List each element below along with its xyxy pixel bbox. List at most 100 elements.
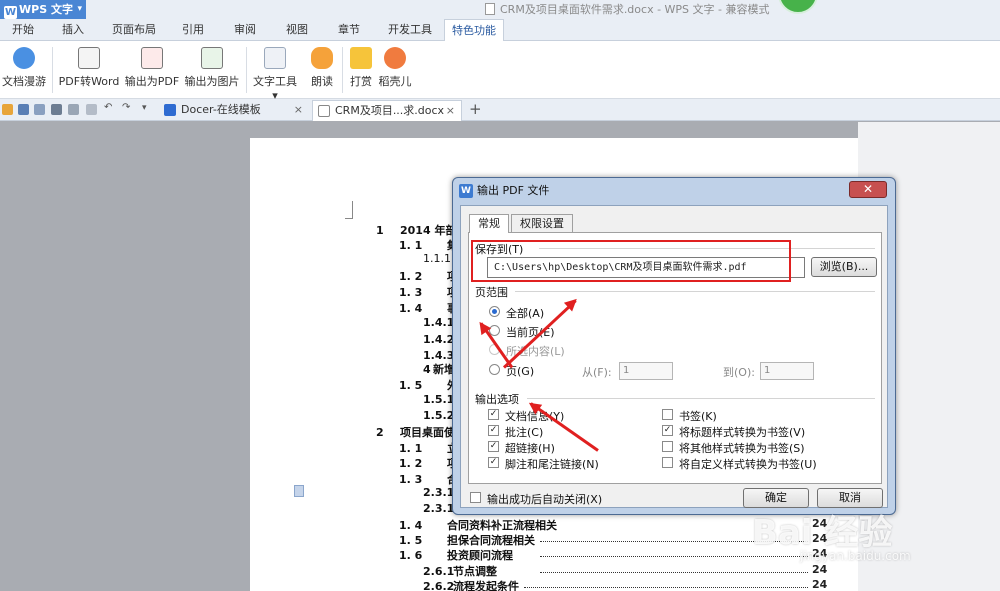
- wps-writer-icon: W: [459, 184, 473, 198]
- range-all-radio[interactable]: 全部(A): [489, 305, 544, 321]
- document-tab-icon: [318, 105, 330, 117]
- paragraph-layout-icon[interactable]: [294, 485, 304, 497]
- customize-dropdown-icon[interactable]: ▾: [142, 103, 153, 114]
- heading-bookmarks-checkbox[interactable]: ✓ 将标题样式转换为书签(V): [662, 424, 805, 440]
- page-range-label: 页范围: [475, 286, 508, 299]
- undo-icon[interactable]: ↶: [104, 102, 115, 113]
- close-tab-icon[interactable]: ×: [294, 100, 303, 120]
- tab-section[interactable]: 章节: [332, 19, 366, 41]
- auto-close-checkbox[interactable]: 输出成功后自动关闭(X): [470, 491, 602, 507]
- pdf-to-word-button[interactable]: PDF转Word: [58, 45, 120, 89]
- toc-entry[interactable]: 2.6.2流程发起条件: [423, 578, 519, 591]
- toc-entry[interactable]: 1. 3合: [399, 471, 458, 487]
- tab-view[interactable]: 视图: [280, 19, 314, 41]
- toc-entry[interactable]: 2 项目桌面使: [376, 424, 455, 440]
- tab-permissions[interactable]: 权限设置: [511, 214, 573, 232]
- toc-entry[interactable]: 2.3.1: [423, 502, 454, 515]
- export-image-button[interactable]: 输出为图片: [184, 45, 240, 89]
- radio-icon: [489, 364, 500, 375]
- comments-checkbox[interactable]: ✓ 批注(C): [488, 424, 543, 440]
- ribbon-toolbar: 文档漫游 PDF转Word 输出为PDF 输出为图片 文字工具 ▾ 朗读 打赏 …: [0, 41, 1000, 102]
- toc-entry[interactable]: 1. 2项: [399, 268, 458, 284]
- watermark-url: jingyan.baidu.com: [800, 549, 911, 563]
- toc-entry[interactable]: 2.3.1: [423, 486, 454, 499]
- print-preview-icon[interactable]: [68, 104, 79, 115]
- toc-entry[interactable]: 1. 6 投资顾问流程: [399, 547, 513, 563]
- browse-button[interactable]: 浏览(B)...: [811, 257, 877, 277]
- custom-style-bookmarks-checkbox[interactable]: 将自定义样式转换为书签(U): [662, 456, 817, 472]
- pdf-export-icon: [141, 47, 163, 69]
- toc-entry[interactable]: 1.4.1: [423, 316, 454, 329]
- checkbox-checked-icon: ✓: [662, 425, 673, 436]
- from-label: 从(F):: [582, 366, 612, 379]
- page-margin-marker: [345, 201, 353, 219]
- spellcheck-icon[interactable]: [86, 104, 97, 115]
- output-options-label: 输出选项: [475, 393, 519, 406]
- docer-icon: [384, 47, 406, 69]
- group-divider: [527, 398, 875, 399]
- tab-review[interactable]: 审阅: [228, 19, 262, 41]
- doc-tab-docer[interactable]: Docer-在线模板 ×: [159, 100, 309, 121]
- to-page-stepper[interactable]: 1: [760, 362, 814, 380]
- text-tools-button[interactable]: 文字工具 ▾: [251, 45, 299, 102]
- checkbox-checked-icon: ✓: [488, 425, 499, 436]
- doc-roaming-button[interactable]: 文档漫游: [2, 45, 46, 89]
- from-page-stepper[interactable]: 1: [619, 362, 673, 380]
- toc-entry[interactable]: 2.6.1节点调整: [423, 563, 497, 579]
- toc-entry[interactable]: 1. 1立: [399, 440, 458, 456]
- reward-button[interactable]: 打赏: [346, 45, 376, 89]
- toc-entry[interactable]: 1.5.1: [423, 393, 454, 406]
- doc-info-checkbox[interactable]: ✓ 文档信息(Y): [488, 408, 564, 424]
- pdf-word-icon: [78, 47, 100, 69]
- checkbox-icon: [662, 457, 673, 468]
- export-icon[interactable]: [34, 104, 45, 115]
- toc-entry[interactable]: 4 新增: [423, 361, 455, 377]
- save-icon[interactable]: [18, 104, 29, 115]
- print-icon[interactable]: [51, 104, 62, 115]
- tab-references[interactable]: 引用: [176, 19, 210, 41]
- tab-developer[interactable]: 开发工具: [384, 19, 436, 41]
- redo-icon[interactable]: ↷: [122, 102, 133, 113]
- checkbox-checked-icon: ✓: [488, 457, 499, 468]
- bookmarks-checkbox[interactable]: 书签(K): [662, 408, 717, 424]
- open-folder-icon[interactable]: [2, 104, 13, 115]
- tab-start[interactable]: 开始: [6, 19, 40, 41]
- toc-entry[interactable]: 1. 4事: [399, 300, 458, 316]
- reward-icon: [350, 47, 372, 69]
- toc-entry[interactable]: 1. 1集: [399, 237, 458, 253]
- other-style-bookmarks-checkbox[interactable]: 将其他样式转换为书签(S): [662, 440, 805, 456]
- tab-insert[interactable]: 插入: [56, 19, 90, 41]
- chevron-down-icon: ▾: [77, 4, 82, 14]
- toc-entry[interactable]: 1 2014 年部: [376, 222, 456, 238]
- checkbox-icon: [470, 492, 481, 503]
- toc-entry[interactable]: 1. 2项: [399, 455, 458, 471]
- new-tab-button[interactable]: +: [469, 100, 482, 118]
- quick-access-bar: ↶ ↷ ▾ Docer-在线模板 × CRM及项目...求.docx × +: [0, 99, 1000, 121]
- wps-menu-button[interactable]: W WPS 文字 ▾: [0, 0, 86, 19]
- docer-button[interactable]: 稻壳儿: [378, 45, 412, 89]
- update-badge-icon[interactable]: [778, 0, 818, 14]
- toc-entry[interactable]: 1. 3项: [399, 284, 458, 300]
- toc-entry[interactable]: 1. 5外: [399, 377, 458, 393]
- checkbox-checked-icon: ✓: [488, 409, 499, 420]
- toc-entry[interactable]: 1. 5 担保合同流程相关: [399, 532, 535, 548]
- ribbon-separator: [342, 47, 343, 93]
- close-button[interactable]: ✕: [849, 181, 887, 198]
- hyperlinks-checkbox[interactable]: ✓ 超链接(H): [488, 440, 555, 456]
- read-aloud-button[interactable]: 朗读: [306, 45, 338, 89]
- tab-general[interactable]: 常规: [469, 214, 509, 233]
- tab-page-layout[interactable]: 页面布局: [108, 19, 160, 41]
- toc-leader: [540, 572, 808, 573]
- footnote-links-checkbox[interactable]: ✓ 脚注和尾注链接(N): [488, 456, 599, 472]
- toc-entry[interactable]: 1. 4 合同资料补正流程相关: [399, 517, 557, 533]
- doc-tab-crm[interactable]: CRM及项目...求.docx ×: [312, 100, 462, 121]
- toc-entry[interactable]: 1.1.1: [423, 252, 451, 265]
- tab-special-features[interactable]: 特色功能: [444, 19, 504, 42]
- checkbox-icon: [662, 409, 673, 420]
- toc-page-number: 24: [812, 563, 828, 576]
- export-pdf-dialog: W 输出 PDF 文件 ✕ 常规 权限设置 保存到(T) C:\Users\hp\…: [452, 177, 896, 515]
- export-pdf-button[interactable]: 输出为PDF: [124, 45, 180, 89]
- group-divider: [515, 291, 875, 292]
- close-tab-icon[interactable]: ×: [446, 101, 455, 121]
- highlight-box: [471, 240, 791, 282]
